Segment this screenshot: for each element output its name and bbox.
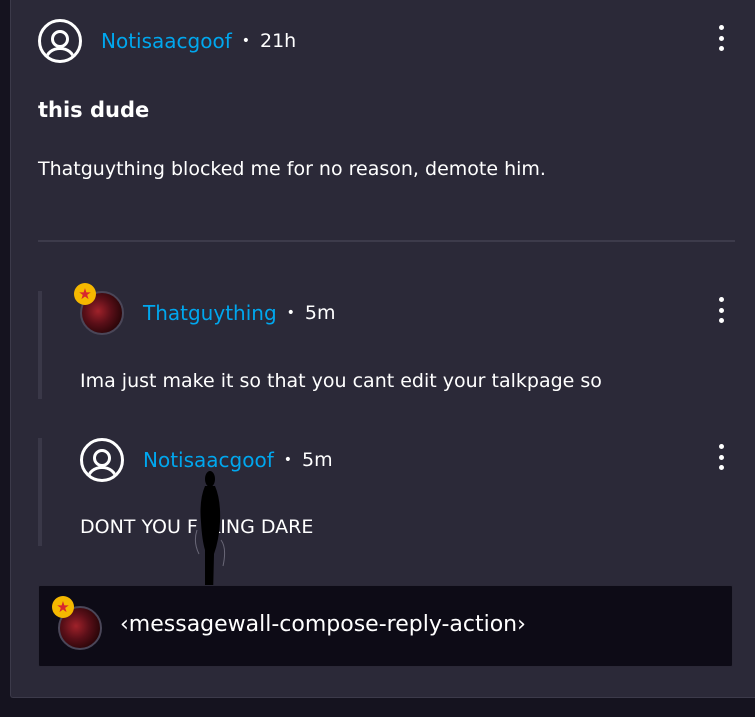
thread-author-link[interactable]: Notisaacgoof bbox=[101, 29, 232, 53]
meta-separator: • bbox=[241, 33, 250, 49]
thread-timestamp[interactable]: 21h bbox=[260, 30, 296, 52]
silhouette-figure-icon bbox=[194, 471, 226, 596]
reply-indent-bar bbox=[38, 438, 42, 546]
reply-body: Ima just make it so that you cant edit y… bbox=[80, 370, 602, 392]
star-icon: ★ bbox=[74, 283, 96, 305]
divider bbox=[38, 240, 735, 242]
avatar[interactable]: ★ bbox=[74, 283, 124, 335]
thread-title: this dude bbox=[38, 98, 150, 122]
reply-more-options-icon[interactable] bbox=[716, 444, 726, 470]
compose-reply-placeholder[interactable]: ‹messagewall-compose-reply-action› bbox=[120, 612, 526, 637]
thread-more-options-icon[interactable] bbox=[716, 25, 726, 51]
user-avatar-icon[interactable] bbox=[38, 19, 82, 63]
avatar: ★ bbox=[52, 596, 102, 650]
reply-body-start: DONT YOU F bbox=[80, 516, 198, 538]
reply-more-options-icon[interactable] bbox=[716, 297, 726, 323]
thread-body: Thatguything blocked me for no reason, d… bbox=[38, 158, 546, 180]
meta-separator: • bbox=[283, 452, 292, 468]
reply-header: ★ Thatguything • 5m bbox=[74, 283, 336, 335]
meta-separator: • bbox=[286, 305, 295, 321]
reply-indent-bar bbox=[38, 291, 42, 399]
thread-header: Notisaacgoof • 21h bbox=[38, 19, 296, 63]
star-icon: ★ bbox=[52, 596, 74, 618]
reply-timestamp[interactable]: 5m bbox=[305, 302, 336, 324]
reply-timestamp[interactable]: 5m bbox=[302, 449, 333, 471]
reply-author-link[interactable]: Thatguything bbox=[143, 301, 277, 325]
reply-author-link[interactable]: Notisaacgoof bbox=[143, 448, 274, 472]
user-avatar-icon[interactable] bbox=[80, 438, 124, 482]
